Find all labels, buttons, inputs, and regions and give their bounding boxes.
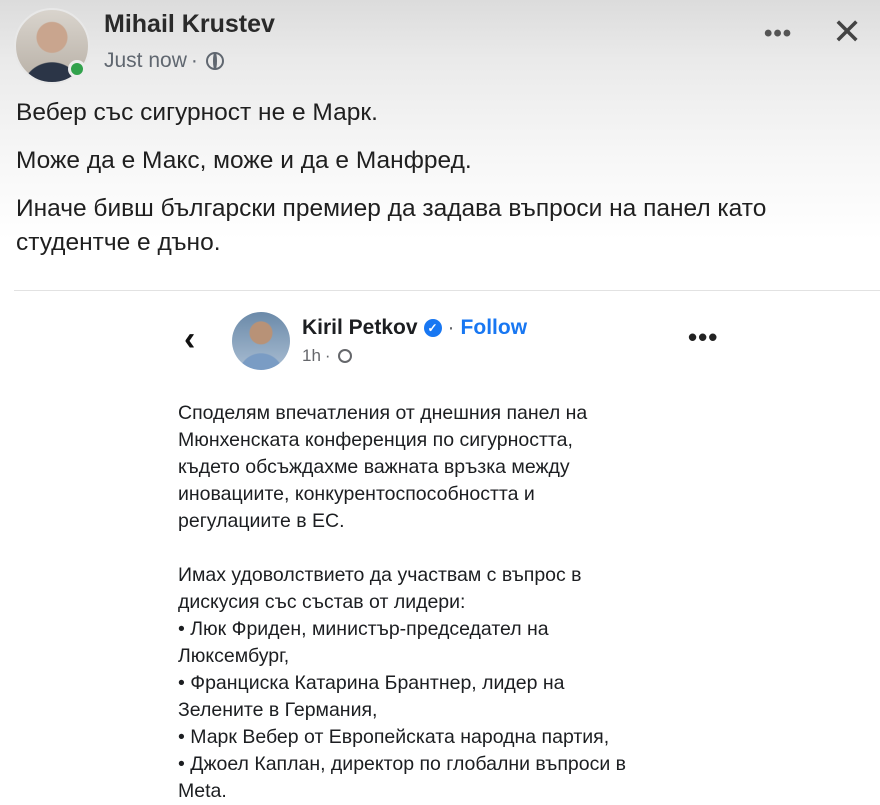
post-paragraph: Иначе бивш български премиер да задава в… — [16, 195, 767, 256]
follow-button[interactable]: Follow — [461, 316, 528, 340]
embed-text: Споделям впечатления от днешния панел на… — [178, 400, 698, 805]
close-icon[interactable]: ✕ — [832, 14, 862, 50]
embed-globe-icon — [337, 349, 352, 363]
globe-icon — [205, 52, 224, 70]
embed-text-line: Люксембург, — [178, 645, 290, 667]
embedded-post-screenshot: ‹ Kiril Petkov ✓ · Follow 1h · ••• Споде… — [0, 300, 880, 802]
embed-text-line: дискусия със състав от лидери: — [178, 591, 466, 613]
online-status-dot — [68, 60, 86, 78]
embed-text-line: • Франциска Катарина Брантнер, лидер на — [178, 672, 565, 694]
post-body: Вебер със сигурност не е Марк. Може да е… — [16, 96, 866, 274]
embed-text-line: регулациите в ЕС. — [178, 510, 345, 532]
embed-text-line: където обсъждахме важната връзка между — [178, 456, 570, 478]
embed-text-line: • Джоел Каплан, директор по глобални въп… — [178, 753, 626, 775]
embed-more-button[interactable]: ••• — [688, 322, 718, 353]
embed-header: Kiril Petkov ✓ · Follow — [302, 316, 527, 340]
embed-text-line: Зелените в Германия, — [178, 699, 378, 721]
embed-separator: · — [447, 316, 455, 339]
post-header: Mihail Krustev Just now · ••• ✕ — [0, 0, 880, 90]
embed-text-line: Meta. — [178, 780, 227, 802]
embed-text-line: Мюнхенската конференция по сигурността, — [178, 429, 573, 451]
embed-text-line: Споделям впечатления от днешния панел на — [178, 402, 588, 424]
verified-icon: ✓ — [423, 319, 442, 337]
more-options-button[interactable]: ••• — [764, 22, 792, 46]
embed-text-line: • Марк Вебер от Европейската народна пар… — [178, 726, 610, 748]
embed-time[interactable]: 1h — [302, 346, 321, 366]
embed-text-line: иновациите, конкурентоспособността и — [178, 483, 535, 505]
embed-meta: 1h · — [302, 346, 352, 366]
embed-text-line: • Люк Фриден, министър-председател на — [178, 618, 549, 640]
back-icon[interactable]: ‹ — [184, 322, 195, 356]
post-paragraph: Вебер със сигурност не е Марк. — [16, 99, 378, 126]
post-meta: Just now · — [104, 49, 224, 73]
embed-author-name[interactable]: Kiril Petkov — [302, 316, 418, 340]
post-time[interactable]: Just now — [104, 49, 187, 73]
meta-separator: · — [190, 49, 198, 72]
embed-text-line: Имах удоволствието да участвам с въпрос … — [178, 564, 582, 586]
embed-time-separator: · — [324, 346, 331, 365]
divider — [14, 290, 880, 291]
embed-author-avatar[interactable] — [232, 312, 290, 370]
author-name[interactable]: Mihail Krustev — [104, 10, 275, 39]
post-paragraph: Може да е Макс, може и да е Манфред. — [16, 147, 472, 174]
